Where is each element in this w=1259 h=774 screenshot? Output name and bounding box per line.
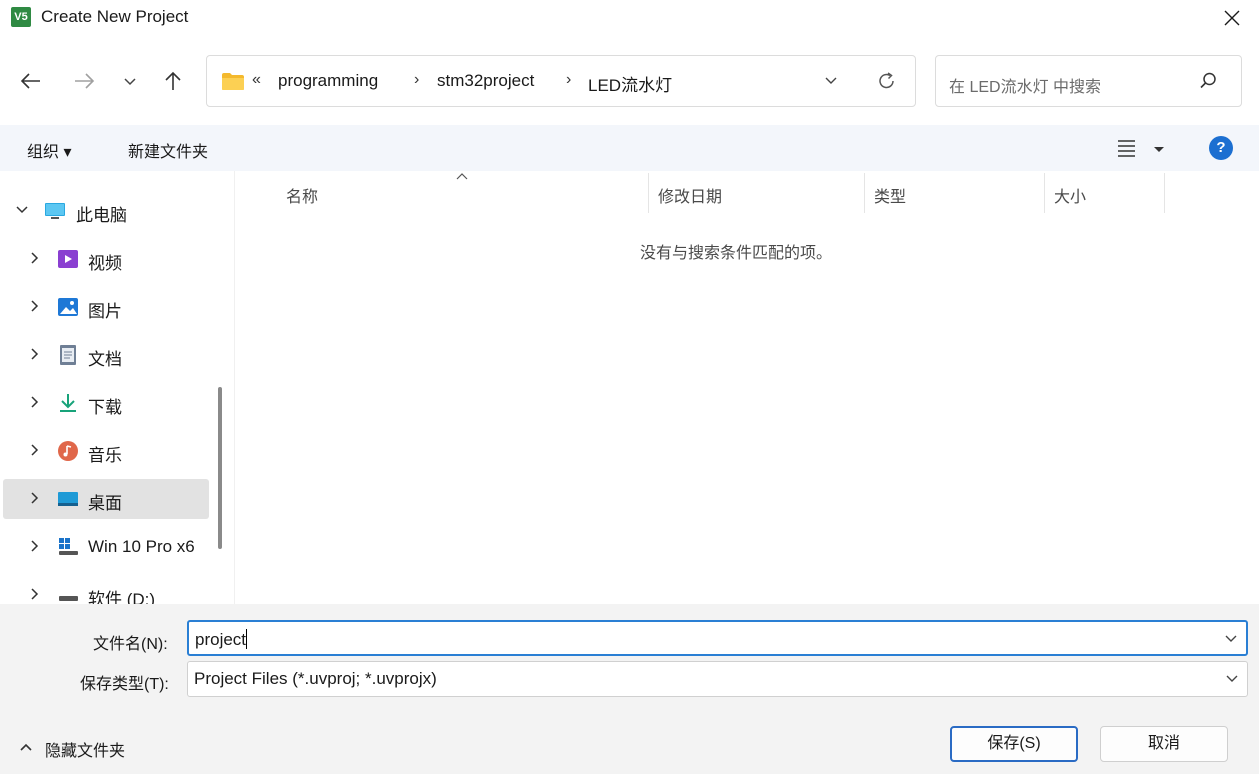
sidebar-item-downloads[interactable]: 下载 [3, 383, 209, 423]
chevron-down-icon[interactable] [1224, 632, 1238, 646]
chevron-right-icon[interactable] [27, 491, 41, 505]
view-list-icon [1118, 140, 1164, 157]
back-button[interactable] [18, 68, 48, 98]
change-view-button[interactable] [1114, 137, 1170, 161]
sidebar-item-label: 文档 [88, 350, 122, 369]
folder-icon [222, 73, 244, 90]
hide-folders-label: 隐藏文件夹 [45, 743, 126, 760]
sidebar-item-videos[interactable]: 视频 [3, 239, 209, 279]
sidebar-item-label: 软件 (D:) [88, 590, 156, 604]
navigation-pane: 此电脑 视频 图片 文档 下载 音乐 桌面 Win 10 Pro x6 软件 ( [0, 171, 234, 604]
chevron-down-icon [124, 78, 136, 86]
cancel-button[interactable]: 取消 [1100, 726, 1228, 762]
filetype-select[interactable]: Project Files (*.uvproj; *.uvprojx) [187, 661, 1248, 697]
filetype-value: Project Files (*.uvproj; *.uvprojx) [194, 669, 437, 688]
drive-icon [59, 596, 78, 601]
search-placeholder: 在 LED流水灯 中搜索 [949, 79, 1102, 96]
save-options-panel: 文件名(N): project 保存类型(T): Project Files (… [0, 604, 1259, 774]
window-title: Create New Project [41, 7, 189, 26]
column-header-modified[interactable]: 修改日期 [658, 183, 722, 207]
sidebar-item-label: 图片 [88, 302, 122, 321]
sidebar-item-win10-drive[interactable]: Win 10 Pro x6 [3, 527, 209, 567]
refresh-icon[interactable] [877, 70, 897, 92]
breadcrumb-stm32project[interactable]: stm32project [437, 71, 534, 91]
forward-button[interactable] [71, 68, 101, 98]
windows-drive-icon [59, 538, 78, 555]
column-header-type[interactable]: 类型 [874, 183, 906, 207]
videos-icon [58, 250, 78, 268]
column-divider[interactable] [864, 173, 865, 213]
chevron-right-icon[interactable] [27, 443, 41, 457]
column-header-name[interactable]: 名称 [286, 183, 318, 207]
downloads-icon [60, 394, 76, 412]
filename-value: project [195, 629, 248, 649]
breadcrumb-programming[interactable]: programming [278, 71, 378, 91]
chevron-right-icon[interactable] [27, 587, 41, 601]
chevron-down-icon[interactable] [1225, 672, 1239, 686]
close-button[interactable] [1206, 0, 1258, 36]
file-list[interactable]: 名称 修改日期 类型 大小 没有与搜索条件匹配的项。 [234, 171, 1259, 604]
music-icon [58, 441, 78, 461]
sidebar-item-label: 视频 [88, 254, 122, 273]
computer-icon [45, 203, 65, 219]
chevron-down-icon[interactable] [15, 203, 29, 217]
column-divider[interactable] [1164, 173, 1165, 213]
chevron-right-icon[interactable] [27, 299, 41, 313]
sidebar-item-pictures[interactable]: 图片 [3, 287, 209, 327]
breadcrumb-separator[interactable]: › [566, 71, 571, 89]
recent-locations-button[interactable] [119, 68, 149, 98]
chevron-up-icon [20, 743, 32, 751]
filename-field[interactable]: project [187, 620, 1248, 656]
sidebar-item-documents[interactable]: 文档 [3, 335, 209, 375]
address-bar[interactable]: « programming › stm32project › LED流水灯 [206, 55, 916, 107]
breadcrumb-overflow[interactable]: « [252, 71, 261, 89]
help-icon[interactable]: ? [1209, 136, 1233, 160]
filetype-label: 保存类型(T): [80, 676, 169, 693]
sidebar-item-software-drive[interactable]: 软件 (D:) [3, 575, 209, 604]
sidebar-item-desktop[interactable]: 桌面 [3, 479, 209, 519]
desktop-icon [58, 492, 78, 506]
up-arrow-icon [165, 71, 181, 90]
title-bar: V5 Create New Project [0, 0, 1259, 36]
pictures-icon [58, 298, 78, 316]
command-bar: 组织 ▾ 新建文件夹 ? [0, 125, 1259, 171]
save-button[interactable]: 保存(S) [950, 726, 1078, 762]
chevron-right-icon[interactable] [27, 251, 41, 265]
breadcrumb-current[interactable]: LED流水灯 [588, 71, 672, 96]
filename-label: 文件名(N): [93, 636, 168, 653]
up-button[interactable] [160, 68, 190, 98]
sidebar-item-music[interactable]: 音乐 [3, 431, 209, 471]
sidebar-item-this-pc[interactable]: 此电脑 [3, 191, 209, 231]
back-arrow-icon [20, 73, 40, 89]
close-icon [1224, 10, 1240, 26]
chevron-right-icon[interactable] [27, 395, 41, 409]
sidebar-item-label: 音乐 [88, 446, 122, 465]
sidebar-scrollbar[interactable] [218, 387, 222, 549]
chevron-right-icon[interactable] [27, 347, 41, 361]
keil-app-icon: V5 [11, 7, 31, 27]
sidebar-item-label: 下载 [88, 398, 122, 417]
search-box[interactable]: 在 LED流水灯 中搜索 [935, 55, 1242, 107]
empty-results-message: 没有与搜索条件匹配的项。 [640, 245, 833, 262]
chevron-right-icon[interactable] [27, 539, 41, 553]
breadcrumb-separator[interactable]: › [414, 71, 419, 89]
column-divider[interactable] [648, 173, 649, 213]
new-folder-button[interactable]: 新建文件夹 [128, 138, 208, 162]
column-divider[interactable] [1044, 173, 1045, 213]
forward-arrow-icon [75, 73, 95, 89]
sidebar-item-label: Win 10 Pro x6 [88, 537, 195, 556]
documents-icon [60, 345, 76, 365]
organize-menu-button[interactable]: 组织 ▾ [27, 138, 71, 162]
sidebar-item-label: 此电脑 [76, 206, 127, 225]
sidebar-item-label: 桌面 [88, 494, 122, 513]
navigation-bar: « programming › stm32project › LED流水灯 在 … [0, 44, 1259, 116]
address-history-dropdown-icon[interactable] [821, 70, 841, 90]
search-icon[interactable] [1198, 71, 1218, 91]
sort-ascending-icon [456, 173, 468, 180]
column-header-size[interactable]: 大小 [1054, 183, 1086, 207]
